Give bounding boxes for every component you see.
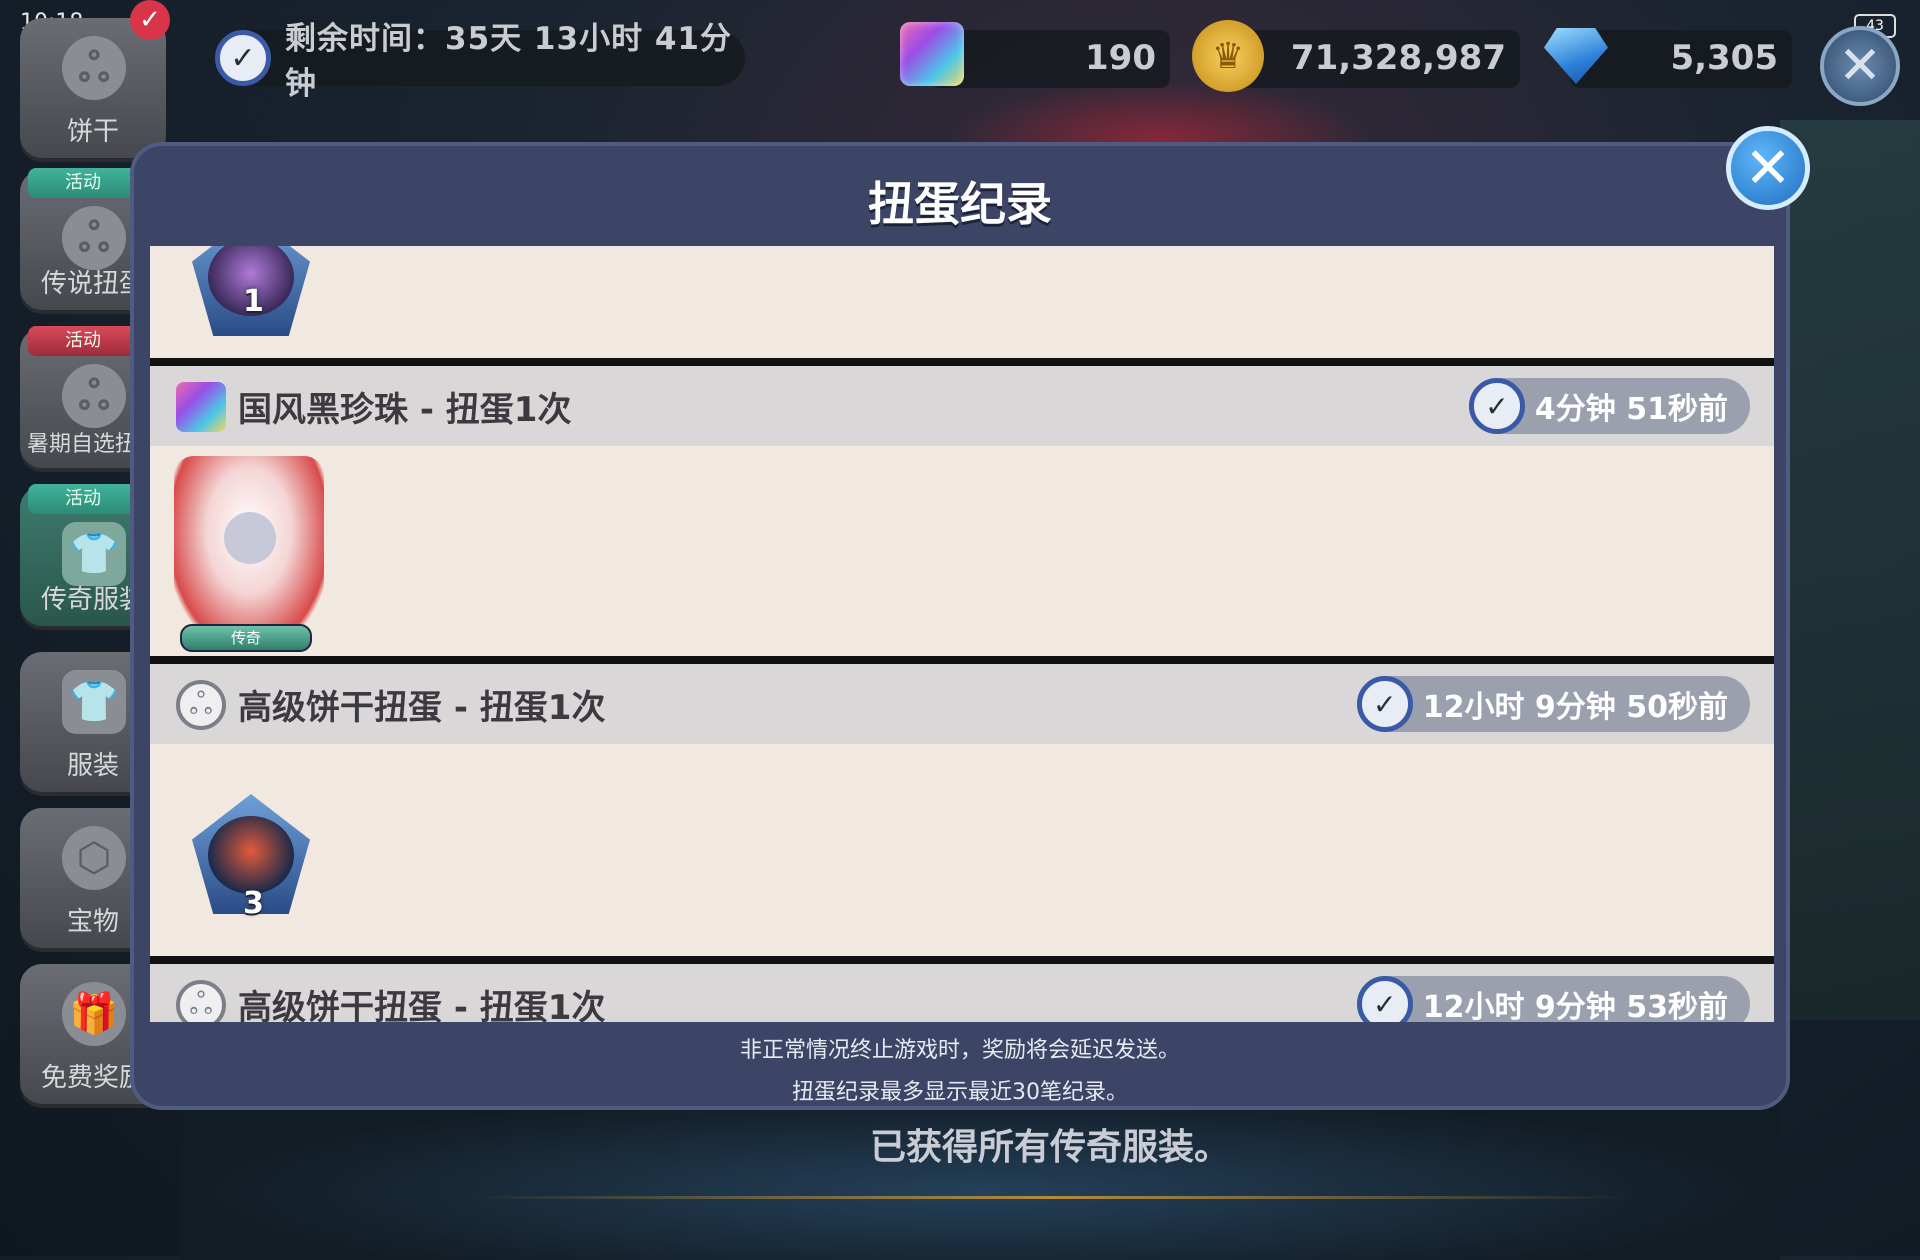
clock-icon: ✓: [1468, 378, 1525, 434]
clock-icon: ✓: [1356, 976, 1413, 1022]
entry-time: ✓ 12小时 9分钟 53秒前: [1356, 976, 1750, 1022]
item-count: 1: [243, 284, 264, 319]
background-foliage: [1780, 120, 1920, 1020]
record-limit-notice: 扭蛋纪录最多显示最近30笔纪录。: [792, 1080, 1128, 1105]
rainbow-cube-icon: [900, 22, 964, 86]
cube-count: 190: [1085, 38, 1156, 78]
entry-time-text: 12小时 9分钟 50秒前: [1422, 690, 1728, 725]
item-count: 3: [243, 886, 264, 921]
gacha-history-list[interactable]: 1 国风黑珍珠 - 扭蛋1次 ✓ 4分钟 51秒前 传奇 ஃ 高级饼干扭蛋 - …: [150, 246, 1774, 1022]
gacha-history-modal: 扭蛋纪录 1 国风黑珍珠 - 扭蛋1次 ✓ 4分钟 51秒前 传奇 ஃ 高级饼干…: [130, 142, 1790, 1110]
event-tag: 活动: [28, 168, 138, 198]
cookie-icon: ஃ: [176, 680, 226, 730]
entry-title: 高级饼干扭蛋 - 扭蛋1次: [238, 688, 606, 728]
all-legend-costumes-obtained-text: 已获得所有传奇服装。: [869, 1127, 1230, 1168]
entry-time-text: 4分钟 51秒前: [1534, 392, 1728, 427]
entry-title: 高级饼干扭蛋 - 扭蛋1次: [238, 988, 606, 1022]
list-item: 1: [150, 246, 1774, 358]
cookie-icon: ஃ: [62, 36, 126, 100]
clock-icon: ✓: [215, 30, 271, 86]
clock-icon: ✓: [1356, 676, 1413, 732]
decorative-divider: [470, 1196, 1630, 1199]
gem-currency[interactable]: 5,305: [1570, 30, 1792, 88]
gift-icon: 🎁: [62, 982, 126, 1046]
rainbow-cube-icon: [176, 382, 226, 432]
sidebar-item-label: 饼干: [66, 117, 119, 147]
coin-currency[interactable]: 71,328,987: [1230, 30, 1520, 88]
event-tag: 活动: [28, 484, 138, 514]
shirt-icon: 👕: [62, 670, 126, 734]
exit-screen-button[interactable]: ✕: [1820, 26, 1900, 106]
cube-currency[interactable]: 190: [930, 30, 1170, 88]
remaining-time-display: ✓ 剩余时间：35天 13小时 41分钟: [215, 21, 745, 102]
gem-count: 5,305: [1670, 38, 1778, 78]
cookie-icon: ஃ: [62, 364, 126, 428]
list-item: 国风黑珍珠 - 扭蛋1次 ✓ 4分钟 51秒前 传奇: [150, 366, 1774, 656]
background-bottom-scene: [180, 1090, 1780, 1260]
reward-costume[interactable]: 传奇: [150, 446, 410, 656]
close-modal-button[interactable]: ✕: [1726, 126, 1810, 210]
black-pearl-costume-image: [174, 456, 324, 642]
entry-title: 国风黑珍珠 - 扭蛋1次: [238, 390, 572, 430]
event-tag: 活动: [28, 326, 138, 356]
rarity-badge: 传奇: [180, 624, 312, 652]
cookie-icon: ஃ: [62, 206, 126, 270]
list-item: ஃ 高级饼干扭蛋 - 扭蛋1次 ✓ 12小时 9分钟 50秒前 3: [150, 664, 1774, 956]
entry-time-text: 12小时 9分钟 53秒前: [1422, 990, 1728, 1022]
shirt-icon: 👕: [62, 522, 126, 586]
entry-time: ✓ 4分钟 51秒前: [1468, 378, 1750, 434]
entry-header: ஃ 高级饼干扭蛋 - 扭蛋1次 ✓ 12小时 9分钟 53秒前: [150, 964, 1774, 1022]
entry-time: ✓ 12小时 9分钟 50秒前: [1356, 676, 1750, 732]
coin-count: 71,328,987: [1290, 38, 1506, 78]
delay-notice: 非正常情况终止游戏时，奖励将会延迟发送。: [739, 1038, 1180, 1063]
check-badge-icon: ✓: [130, 0, 170, 40]
entry-header: 国风黑珍珠 - 扭蛋1次 ✓ 4分钟 51秒前: [150, 366, 1774, 446]
entry-header: ஃ 高级饼干扭蛋 - 扭蛋1次 ✓ 12小时 9分钟 50秒前: [150, 664, 1774, 744]
list-item: ஃ 高级饼干扭蛋 - 扭蛋1次 ✓ 12小时 9分钟 53秒前: [150, 964, 1774, 1022]
cookie-icon: ஃ: [176, 980, 226, 1022]
modal-title: 扭蛋纪录: [868, 177, 1052, 231]
hexagon-icon: ⬡: [62, 826, 126, 890]
remaining-time-text: 剩余时间：35天 13小时 41分钟: [285, 21, 733, 102]
crown-coin-icon: ♛: [1192, 20, 1264, 92]
